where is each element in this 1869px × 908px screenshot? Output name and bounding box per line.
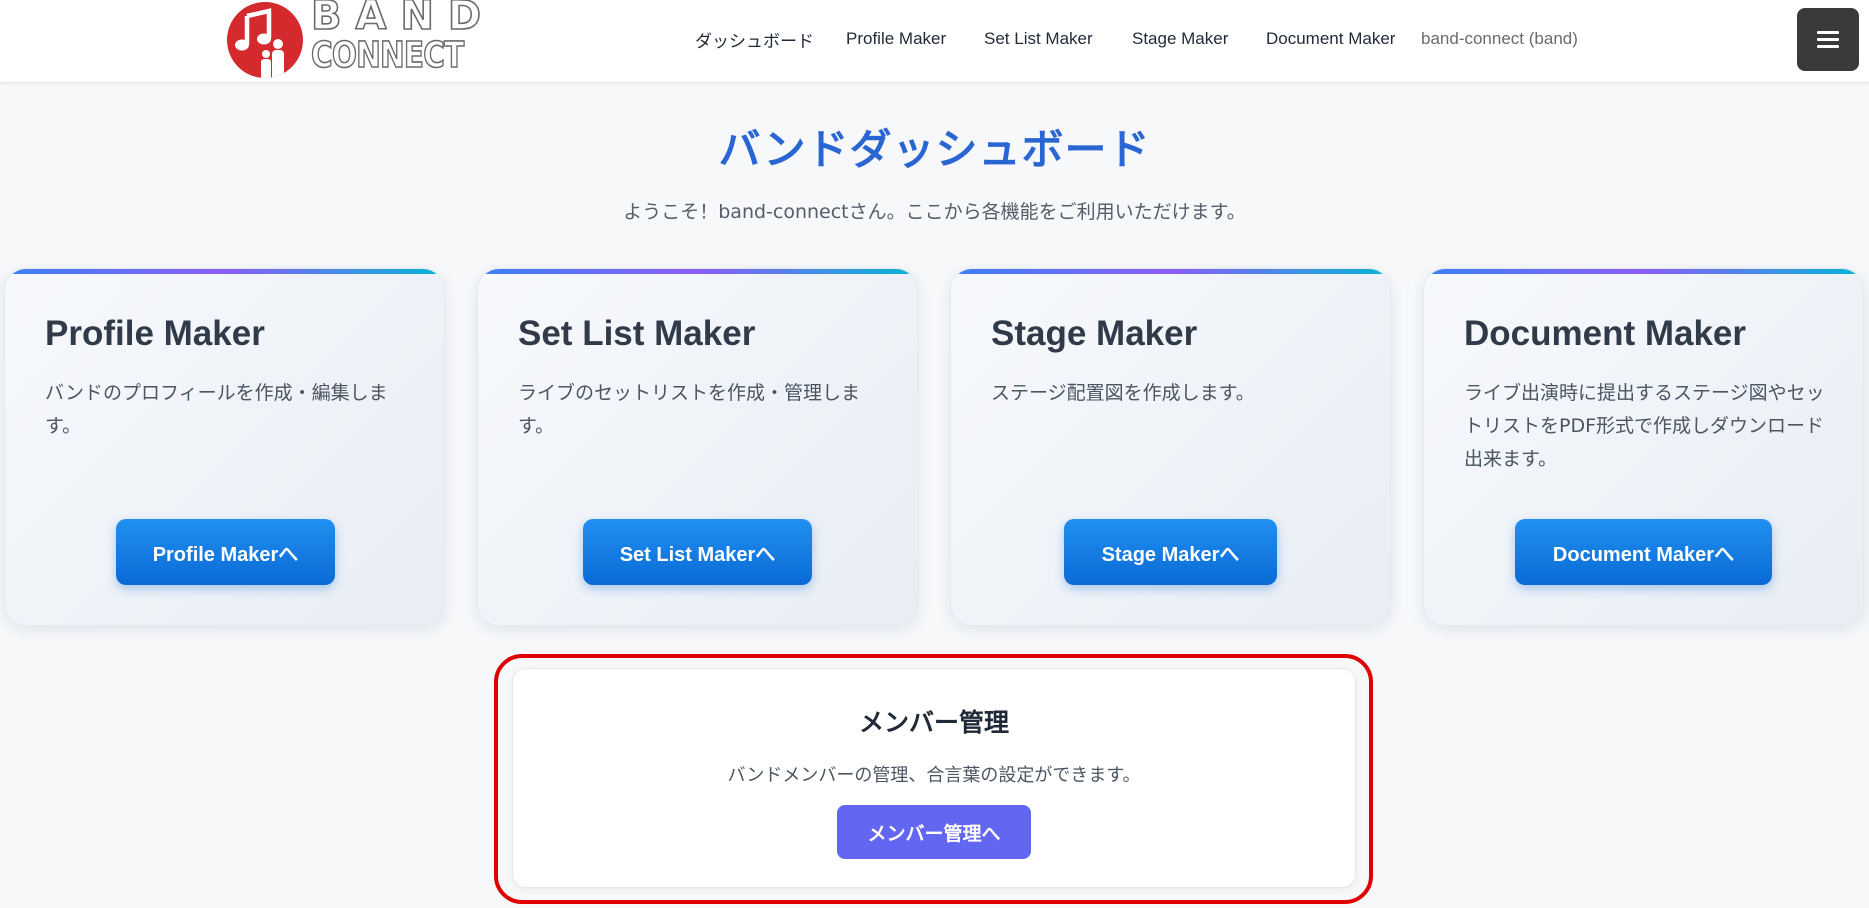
member-management-button[interactable]: メンバー管理へ — [837, 805, 1031, 859]
profile-maker-button[interactable]: Profile Makerへ — [116, 519, 335, 585]
nav-stage-maker[interactable]: Stage Maker — [1132, 29, 1228, 49]
logo-wordmark: BAND CONNECT — [310, 0, 496, 76]
nav-document-maker[interactable]: Document Maker — [1266, 29, 1395, 49]
set-list-maker-button[interactable]: Set List Makerへ — [583, 519, 812, 585]
card-document-maker: Document Maker ライブ出演時に提出するステージ図やセットリストをP… — [1423, 268, 1864, 626]
card-description: ライブ出演時に提出するステージ図やセットリストをPDF形式で作成しダウンロード出… — [1464, 382, 1825, 470]
card-accent-bar — [5, 269, 444, 274]
member-management-card: メンバー管理 バンドメンバーの管理、合言葉の設定ができます。 メンバー管理へ — [512, 668, 1356, 888]
user-account[interactable]: band-connect (band) — [1421, 29, 1578, 49]
band-connect-logo[interactable]: BAND CONNECT — [227, 0, 496, 80]
card-stage-maker: Stage Maker ステージ配置図を作成します。 Stage Makerへ — [950, 268, 1391, 626]
member-title: メンバー管理 — [858, 708, 1009, 737]
card-title: Stage Maker — [991, 314, 1198, 353]
nav-set-list-maker[interactable]: Set List Maker — [984, 29, 1093, 49]
card-title: Document Maker — [1464, 314, 1747, 353]
card-description: ステージ配置図を作成します。 — [991, 382, 1255, 404]
nav-profile-maker[interactable]: Profile Maker — [846, 29, 946, 49]
member-description: バンドメンバーの管理、合言葉の設定ができます。 — [727, 765, 1141, 786]
card-set-list-maker: Set List Maker ライブのセットリストを作成・管理します。 Set … — [477, 268, 918, 626]
page-title: バンドダッシュボード — [718, 125, 1151, 174]
card-description: ライブのセットリストを作成・管理します。 — [518, 382, 861, 437]
card-profile-maker: Profile Maker バンドのプロフィールを作成・編集します。 Profi… — [4, 268, 445, 626]
document-maker-button[interactable]: Document Makerへ — [1515, 519, 1772, 585]
logo-music-icon — [227, 2, 303, 78]
card-accent-bar — [1424, 269, 1863, 274]
card-title: Set List Maker — [518, 314, 756, 353]
card-accent-bar — [478, 269, 917, 274]
card-accent-bar — [951, 269, 1390, 274]
menu-button[interactable] — [1797, 8, 1859, 71]
nav-dashboard[interactable]: ダッシュボード — [695, 27, 814, 52]
hamburger-icon — [1817, 27, 1839, 52]
page-subtitle: ようこそ！band-connectさん。ここから各機能をご利用いただけます。 — [623, 201, 1246, 223]
top-header: BAND CONNECT ダッシュボード Profile Maker Set L… — [0, 0, 1869, 83]
stage-maker-button[interactable]: Stage Makerへ — [1064, 519, 1277, 585]
card-description: バンドのプロフィールを作成・編集します。 — [45, 382, 388, 437]
card-title: Profile Maker — [45, 314, 265, 353]
